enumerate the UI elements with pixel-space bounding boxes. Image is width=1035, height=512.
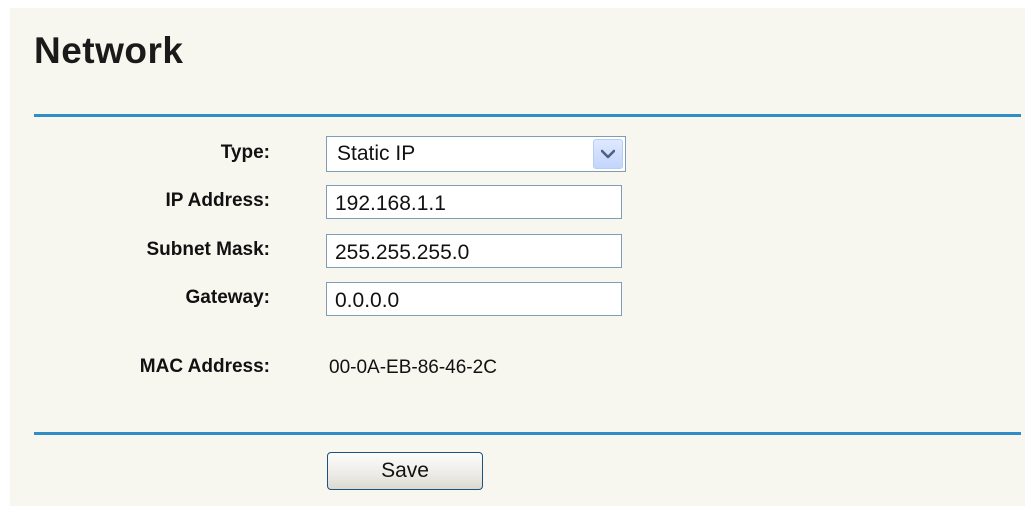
chevron-down-glyph	[601, 149, 615, 159]
subnet-mask-label: Subnet Mask:	[146, 239, 270, 260]
mac-address-label: MAC Address:	[139, 356, 270, 377]
subnet-mask-field[interactable]	[326, 234, 622, 268]
network-panel: Network Type: Static IP IP Address: Subn…	[10, 8, 1025, 506]
type-label: Type:	[220, 142, 270, 163]
gateway-label: Gateway:	[185, 287, 270, 308]
top-divider	[34, 114, 1021, 117]
type-select-value: Static IP	[337, 142, 416, 165]
bottom-divider	[34, 432, 1021, 435]
type-select[interactable]: Static IP	[326, 136, 626, 172]
save-button[interactable]: Save	[327, 452, 483, 490]
ip-address-label: IP Address:	[165, 190, 270, 211]
chevron-down-icon[interactable]	[593, 139, 623, 169]
gateway-field[interactable]	[326, 282, 622, 316]
page-title: Network	[34, 30, 184, 71]
ip-address-field[interactable]	[326, 185, 622, 219]
mac-address-value: 00-0A-EB-86-46-2C	[329, 357, 497, 378]
